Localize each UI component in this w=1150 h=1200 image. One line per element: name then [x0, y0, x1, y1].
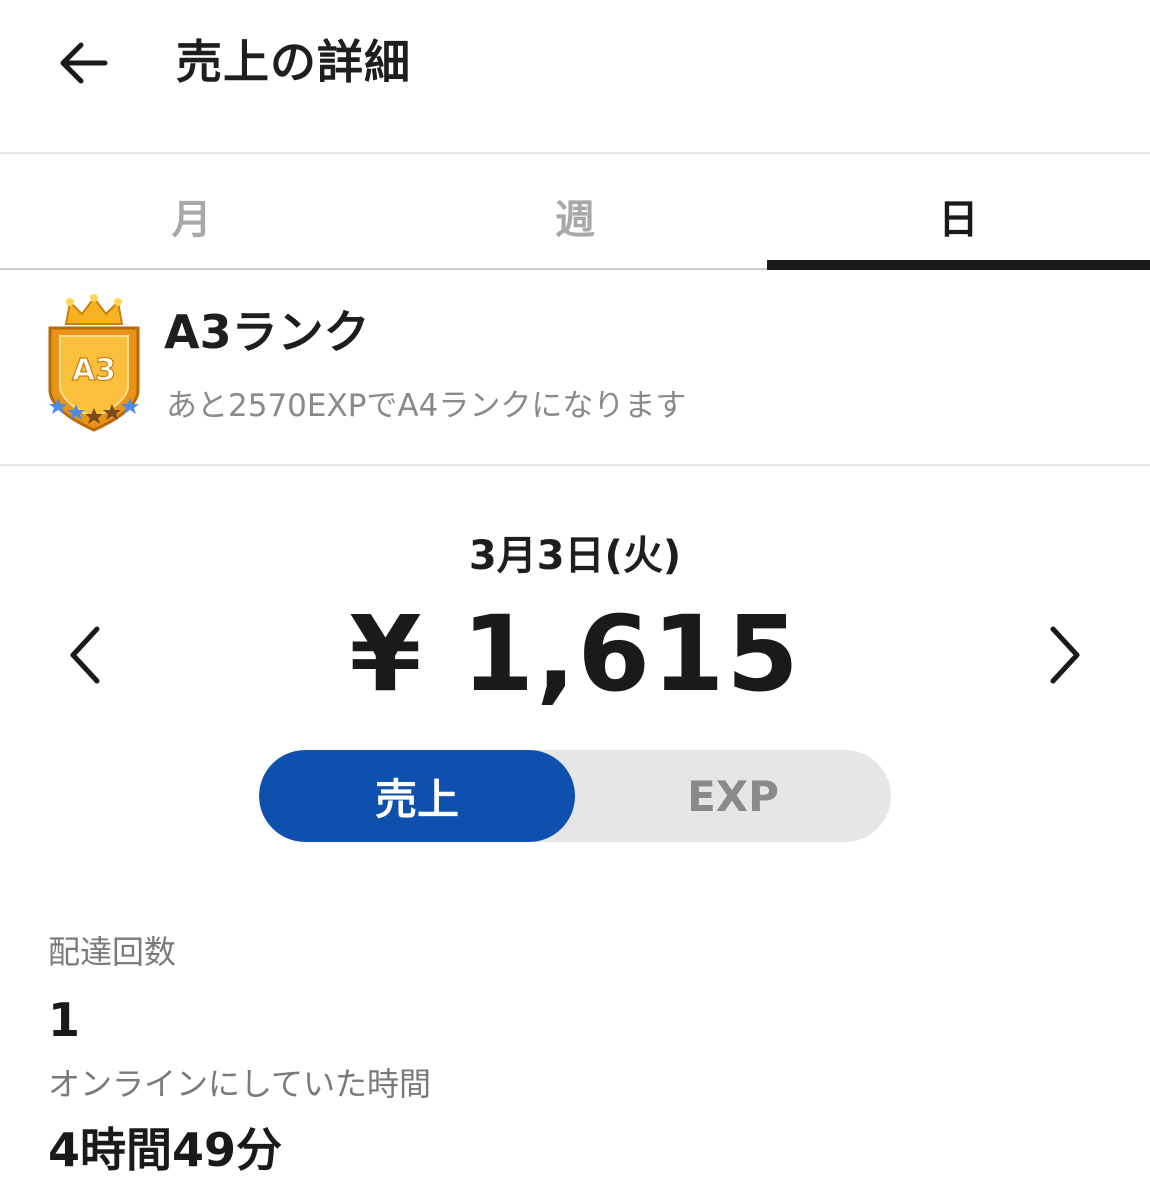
rank-badge-icon: A3: [48, 294, 140, 432]
header: 売上の詳細: [0, 0, 1150, 154]
tab-month[interactable]: 月: [0, 154, 383, 270]
arrow-left-icon: [60, 42, 108, 84]
previous-day-button[interactable]: [50, 620, 120, 690]
rank-title: A3ランク: [164, 305, 370, 359]
svg-text:A3: A3: [72, 353, 116, 388]
back-button[interactable]: [48, 28, 118, 98]
rank-progress-text: あと2570EXPでA4ランクになります: [166, 388, 687, 424]
next-day-button[interactable]: [1030, 620, 1100, 690]
chevron-right-icon: [1050, 626, 1080, 684]
toggle-exp[interactable]: EXP: [575, 750, 891, 842]
sales-amount: ¥ 1,615: [349, 593, 801, 715]
tab-day[interactable]: 日: [766, 154, 1150, 270]
toggle-sales[interactable]: 売上: [259, 750, 575, 842]
online-time-value: 4時間49分: [48, 1123, 283, 1177]
online-time-label: オンラインにしていた時間: [48, 1065, 432, 1103]
period-tabs: 月 週 日: [0, 154, 1150, 270]
sales-exp-toggle: 売上 EXP: [259, 750, 891, 842]
delivery-count-value: 1: [48, 993, 81, 1047]
page-title: 売上の詳細: [176, 35, 411, 89]
rank-section: A3 A3ランク あと2570EXPでA4ランクになります: [0, 272, 1150, 466]
tab-week[interactable]: 週: [383, 154, 766, 270]
chevron-left-icon: [70, 626, 100, 684]
date-label: 3月3日(火): [468, 533, 682, 579]
delivery-count-label: 配達回数: [48, 933, 177, 971]
